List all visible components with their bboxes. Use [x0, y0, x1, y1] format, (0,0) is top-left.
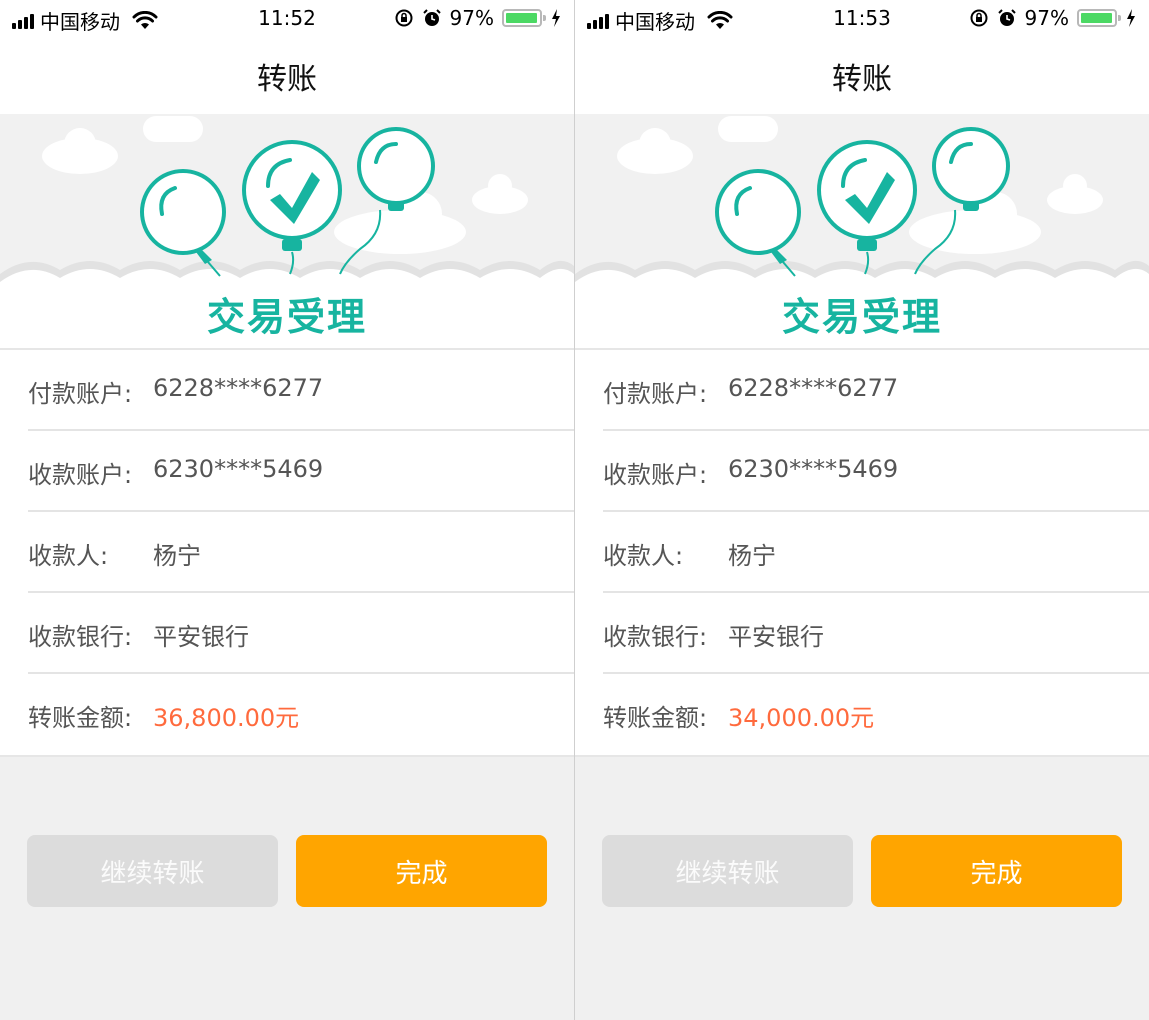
- transfer-details: 付款账户: 6228****6277 收款账户: 6230****5469 收款…: [0, 348, 574, 757]
- detail-row-payee-bank: 收款银行: 平安银行: [28, 593, 574, 674]
- detail-label: 收款银行:: [28, 623, 133, 651]
- status-heading: 交易受理: [781, 295, 942, 339]
- rotation-lock-icon: [970, 9, 988, 27]
- detail-row-amount: 转账金额: 34,000.00元: [603, 674, 1149, 755]
- detail-value: 杨宁: [728, 542, 776, 570]
- nav-bar: 转账: [0, 36, 574, 114]
- detail-value: 6228****6277: [728, 374, 899, 402]
- continue-transfer-button[interactable]: 继续转账: [27, 835, 278, 907]
- battery-icon: [1077, 9, 1121, 27]
- detail-row-payee-name: 收款人: 杨宁: [603, 512, 1149, 593]
- detail-label: 收款账户:: [603, 461, 708, 489]
- page-title: 转账: [832, 62, 892, 97]
- detail-label: 转账金额:: [28, 704, 133, 732]
- alarm-icon: [422, 9, 441, 26]
- detail-row-payee-name: 收款人: 杨宁: [28, 512, 574, 593]
- nav-bar: 转账: [575, 36, 1149, 114]
- detail-value: 6228****6277: [153, 374, 324, 402]
- status-bar: 中国移动 11:53 97%: [575, 0, 1149, 36]
- page-title: 转账: [257, 62, 317, 97]
- done-button[interactable]: 完成: [296, 835, 547, 907]
- detail-value: 6230****5469: [153, 455, 324, 483]
- transfer-amount: 36,800.00元: [153, 704, 300, 732]
- status-right: 97%: [394, 6, 562, 30]
- charging-icon: [1127, 9, 1135, 27]
- detail-value: 平安银行: [153, 623, 249, 651]
- detail-row-payee-bank: 收款银行: 平安银行: [603, 593, 1149, 674]
- detail-row-payer-account: 付款账户: 6228****6277: [28, 350, 574, 431]
- transfer-details: 付款账户: 6228****6277 收款账户: 6230****5469 收款…: [575, 348, 1149, 757]
- transfer-result-screen-2: 中国移动 11:53 97% 转账 交易受理 付款账户: 6228****627…: [575, 0, 1149, 1020]
- battery-icon: [502, 9, 546, 27]
- app-root: 中国移动 11:52 97% 转账 交易受理 付款账户: 6228****627…: [0, 0, 1149, 1020]
- detail-label: 付款账户:: [603, 380, 708, 408]
- status-heading: 交易受理: [206, 295, 367, 339]
- detail-label: 收款银行:: [603, 623, 708, 651]
- detail-label: 收款人:: [603, 542, 684, 570]
- detail-value: 杨宁: [153, 542, 201, 570]
- transfer-result-screen-1: 中国移动 11:52 97% 转账 交易受理 付款账户: 6228****627…: [0, 0, 574, 1020]
- status-bar: 中国移动 11:52 97%: [0, 0, 574, 36]
- battery-percent: 97%: [449, 6, 494, 30]
- detail-label: 付款账户:: [28, 380, 133, 408]
- transfer-amount: 34,000.00元: [728, 704, 875, 732]
- balloon-icon: [242, 140, 342, 251]
- status-right: 97%: [969, 6, 1137, 30]
- detail-value: 6230****5469: [728, 455, 899, 483]
- detail-row-amount: 转账金额: 36,800.00元: [28, 674, 574, 755]
- detail-label: 收款人:: [28, 542, 109, 570]
- rotation-lock-icon: [395, 9, 413, 27]
- alarm-icon: [997, 9, 1016, 26]
- success-banner: 交易受理: [0, 114, 574, 348]
- balloon-icon: [817, 140, 917, 251]
- detail-value: 平安银行: [728, 623, 824, 651]
- success-banner: 交易受理: [575, 114, 1149, 348]
- done-button[interactable]: 完成: [871, 835, 1122, 907]
- detail-label: 转账金额:: [603, 704, 708, 732]
- charging-icon: [552, 9, 560, 27]
- detail-row-payee-account: 收款账户: 6230****5469: [28, 431, 574, 512]
- continue-transfer-button[interactable]: 继续转账: [602, 835, 853, 907]
- balloon-icon: [715, 169, 801, 264]
- detail-label: 收款账户:: [28, 461, 133, 489]
- battery-percent: 97%: [1024, 6, 1069, 30]
- detail-row-payer-account: 付款账户: 6228****6277: [603, 350, 1149, 431]
- detail-row-payee-account: 收款账户: 6230****5469: [603, 431, 1149, 512]
- balloon-icon: [140, 169, 226, 264]
